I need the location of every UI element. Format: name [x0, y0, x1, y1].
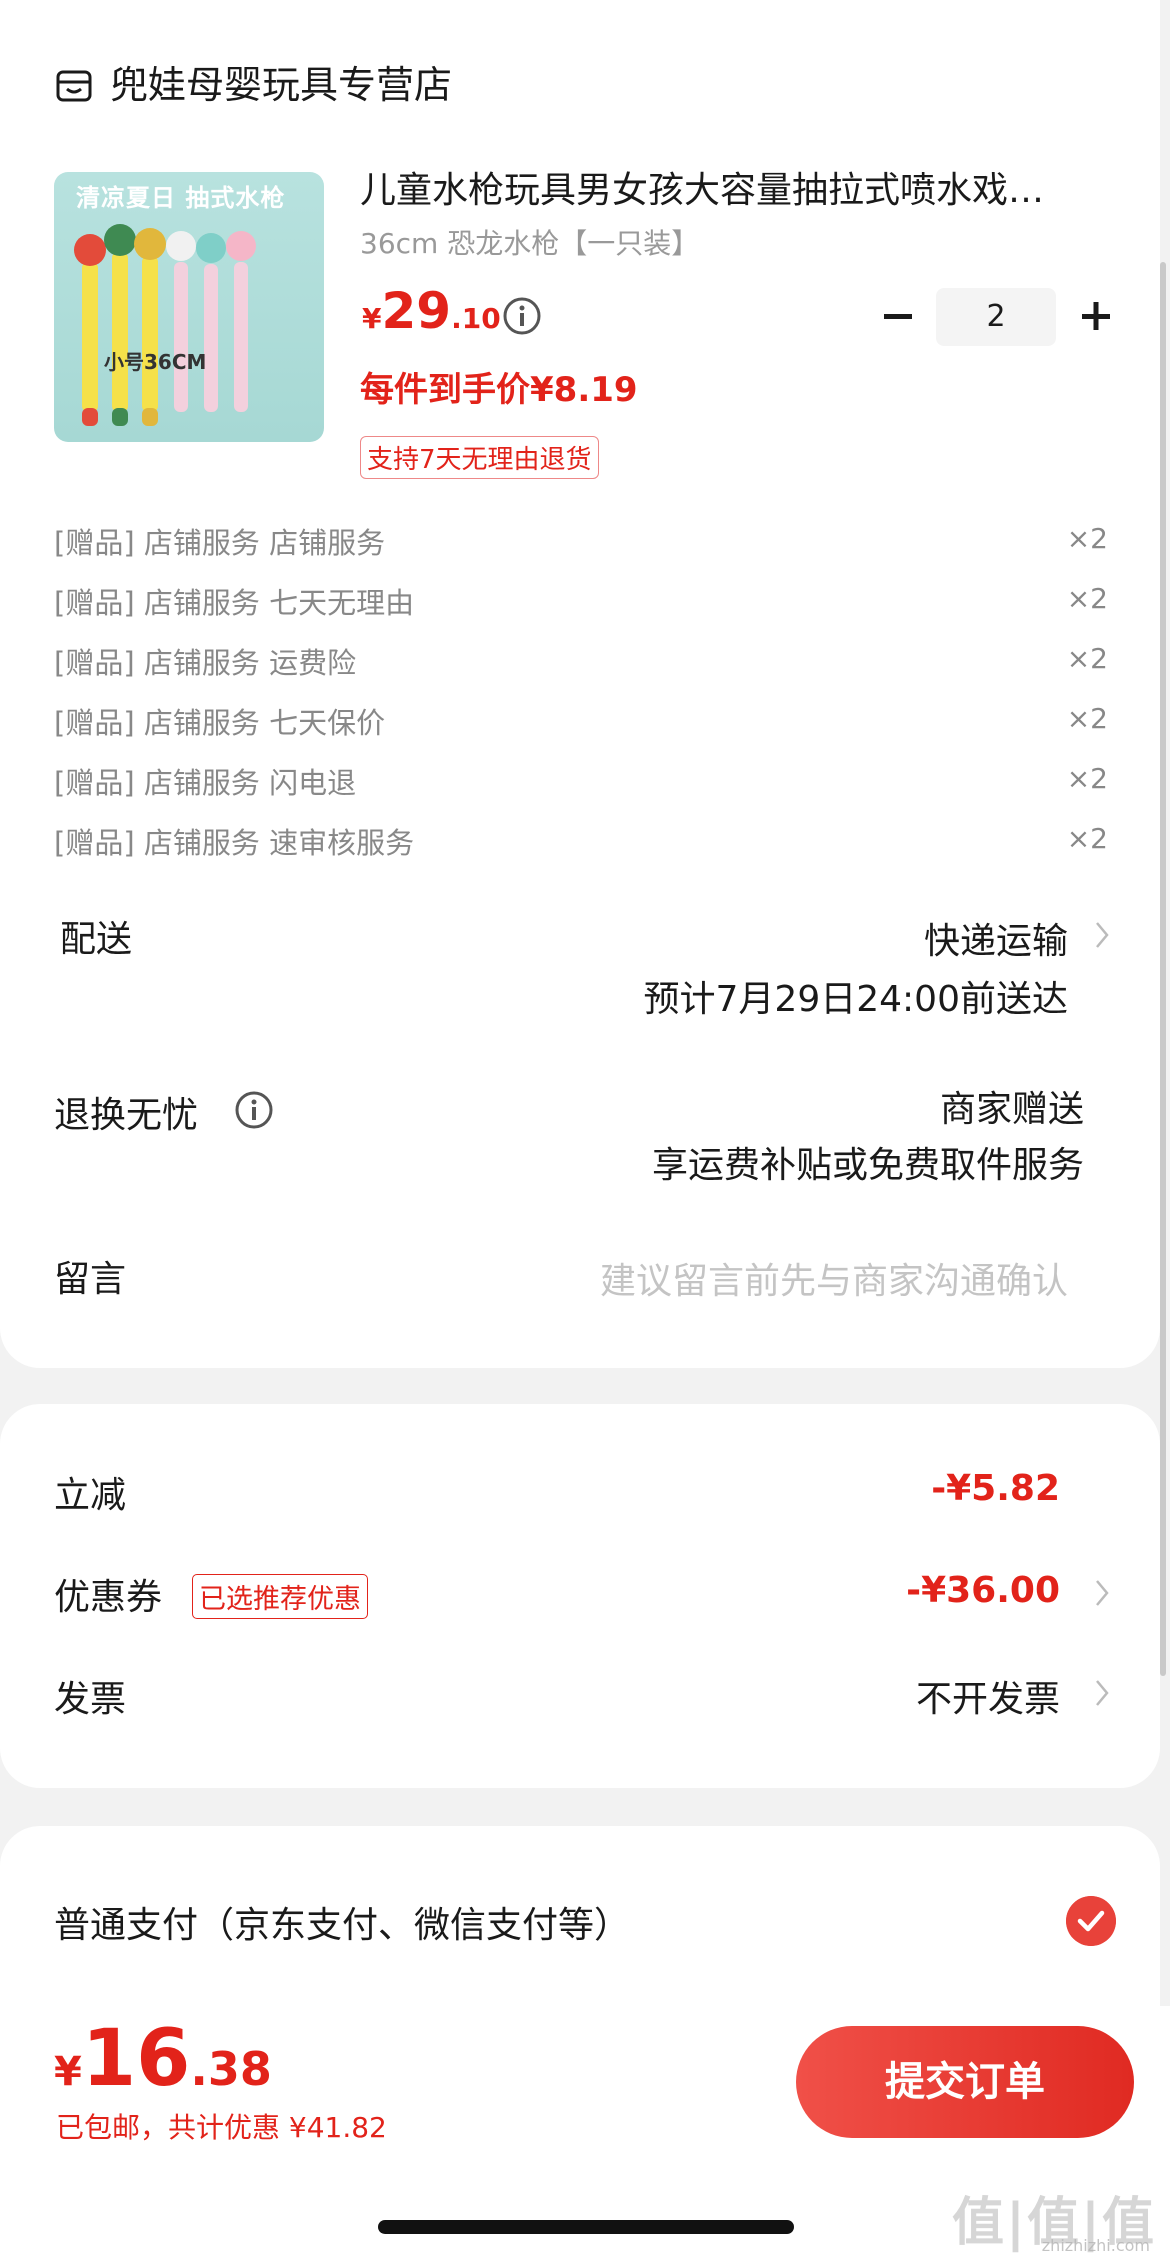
payment-method-label[interactable]: 普通支付（京东支付、微信支付等） [54, 1896, 630, 1948]
instant-discount-value: -¥5.82 [931, 1468, 1060, 1509]
product-thumbnail[interactable]: 清凉夏日 抽式水枪 小号36CM [54, 172, 324, 442]
chevron-right-icon[interactable] [1092, 1676, 1112, 1710]
delivery-eta: 预计7月29日24:00前送达 [643, 979, 1068, 1020]
total-price: ¥16.38 [54, 2014, 272, 2104]
checkmark-icon[interactable] [1066, 1896, 1116, 1946]
gift-quantity: ×2 [1066, 762, 1108, 795]
coupon-selected-tag: 已选推荐优惠 [192, 1574, 368, 1619]
increase-quantity-button[interactable] [1076, 296, 1116, 336]
price-integer: 29 [381, 282, 452, 340]
order-item-card: 兜娃母婴玩具专营店 清凉夏日 抽式水枪 小号36CM 儿童水枪玩具男女孩大容量抽… [0, 0, 1160, 1368]
returns-provider: 商家赠送 [939, 1089, 1084, 1130]
chevron-right-icon[interactable] [1092, 1576, 1112, 1610]
gift-quantity: ×2 [1066, 582, 1108, 615]
product-price: ¥29.10 [362, 282, 501, 340]
watermark-url: zhizhizhi.com [1041, 2236, 1150, 2255]
gift-item: [赠品] 店铺服务 闪电退 [54, 766, 357, 800]
message-input[interactable]: 建议留言前先与商家沟通确认 [600, 1252, 1068, 1304]
gift-quantity: ×2 [1066, 822, 1108, 855]
invoice-label: 发票 [54, 1679, 127, 1720]
gift-item: [赠品] 店铺服务 七天保价 [54, 706, 386, 740]
submit-order-button[interactable]: 提交订单 [796, 2026, 1134, 2138]
price-currency: ¥ [362, 302, 382, 335]
gift-quantity: ×2 [1066, 702, 1108, 735]
gift-quantity: ×2 [1066, 522, 1108, 555]
home-indicator[interactable] [378, 2220, 794, 2234]
decrease-quantity-button[interactable] [878, 296, 918, 336]
store-icon [56, 70, 92, 102]
returns-benefit: 享运费补贴或免费取件服务 [651, 1145, 1084, 1186]
thumbnail-size-text: 小号36CM [104, 350, 207, 374]
gift-item: [赠品] 店铺服务 运费险 [54, 646, 357, 680]
product-title[interactable]: 儿童水枪玩具男女孩大容量抽拉式喷水戏… [360, 166, 1120, 216]
payment-card: 普通支付（京东支付、微信支付等） [0, 1826, 1160, 2006]
scrollbar[interactable] [1160, 262, 1166, 1676]
delivery-label: 配送 [60, 919, 133, 960]
chevron-right-icon[interactable] [1092, 918, 1112, 952]
invoice-value[interactable]: 不开发票 [916, 1670, 1060, 1722]
coupon-value[interactable]: -¥36.00 [906, 1570, 1060, 1611]
total-decimal: .38 [190, 2042, 272, 2096]
gift-item: [赠品] 店铺服务 店铺服务 [54, 526, 386, 560]
delivery-method[interactable]: 快递运输 [924, 912, 1068, 964]
store-name[interactable]: 兜娃母婴玩具专营店 [110, 60, 452, 110]
gift-item: [赠品] 店铺服务 七天无理由 [54, 586, 415, 620]
total-savings-note: 已包邮，共计优惠 ¥41.82 [56, 2111, 387, 2144]
gift-item: [赠品] 店铺服务 速审核服务 [54, 826, 415, 860]
quantity-input[interactable]: 2 [936, 288, 1056, 346]
coupon-label: 优惠券 [54, 1577, 163, 1618]
total-currency: ¥ [54, 2049, 82, 2095]
gift-quantity: ×2 [1066, 642, 1108, 675]
water-gun-illustration [74, 224, 256, 426]
message-label: 留言 [54, 1259, 127, 1300]
instant-discount-label: 立减 [54, 1475, 127, 1516]
return-policy-tag: 支持7天无理由退货 [360, 436, 599, 479]
returns-label: 退换无忧 [54, 1095, 199, 1136]
unit-price: 每件到手价¥8.19 [360, 370, 638, 410]
info-icon[interactable] [234, 1090, 274, 1130]
product-spec[interactable]: 36cm 恐龙水枪【一只装】 [360, 222, 699, 262]
price-decimal: .10 [451, 302, 501, 335]
discount-card: 立减 -¥5.82 优惠券 -¥36.00 发票 不开发票 [0, 1404, 1160, 1788]
info-icon[interactable] [502, 296, 542, 336]
total-integer: 16 [81, 2014, 191, 2104]
